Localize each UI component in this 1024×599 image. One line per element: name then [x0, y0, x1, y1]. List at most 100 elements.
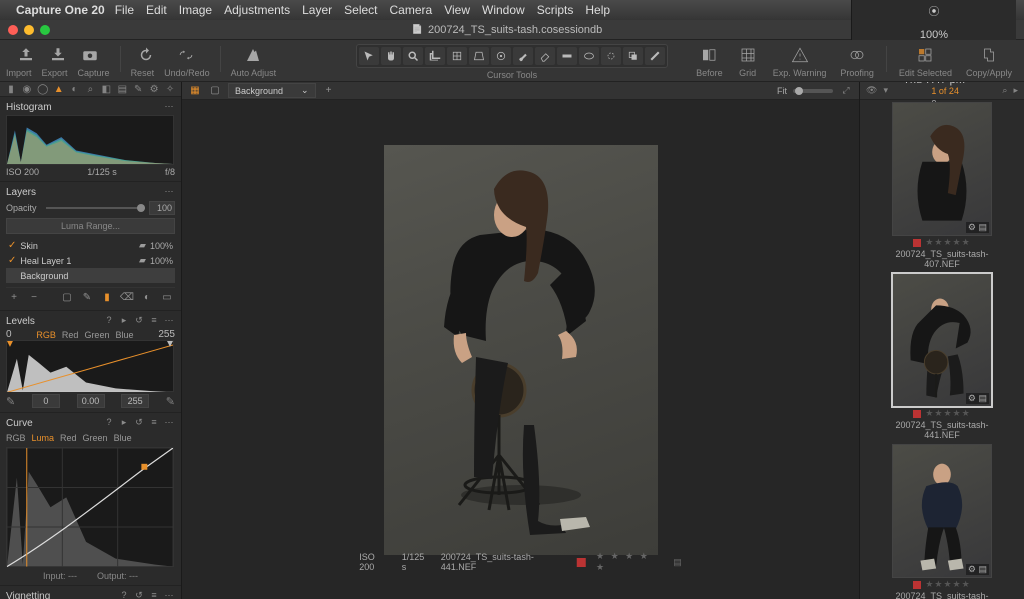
preset-icon[interactable]: ≡	[148, 417, 160, 429]
menu-help[interactable]: Help	[585, 3, 610, 17]
tab-lens-icon[interactable]: ◯	[36, 82, 50, 96]
menu-scripts[interactable]: Scripts	[537, 3, 574, 17]
rating-stars[interactable]: ★ ★ ★ ★ ★	[596, 551, 663, 573]
browser-menu-icon[interactable]: ▸	[1013, 85, 1018, 96]
mask-clear-icon[interactable]: ▭	[159, 290, 175, 304]
panel-menu-icon[interactable]: ⋯	[163, 315, 175, 327]
menu-edit[interactable]: Edit	[146, 3, 167, 17]
curve-graph[interactable]	[6, 447, 174, 567]
app-name[interactable]: Capture One 20	[16, 3, 105, 17]
chan-blue[interactable]: Blue	[115, 330, 133, 340]
gear-icon[interactable]: ⚙ ▤	[966, 222, 989, 233]
spot-tool[interactable]	[491, 47, 511, 65]
expand-viewer-icon[interactable]: ⤢	[839, 85, 853, 97]
luma-range-button[interactable]: Luma Range...	[6, 218, 175, 234]
mask-eraser-icon[interactable]: ⌫	[119, 290, 135, 304]
reset-button[interactable]	[135, 44, 157, 66]
edit-selected-button[interactable]	[914, 44, 936, 66]
layer-background[interactable]: ✓Background	[6, 268, 175, 283]
view-single-icon[interactable]: ▢	[208, 85, 222, 97]
thumbnail-strip[interactable]: ⚙ ▤ ★★★★★ 200724_TS_suits-tash-407.NEF ⚙…	[860, 100, 1024, 599]
menu-select[interactable]: Select	[344, 3, 377, 17]
black-picker-icon[interactable]: ✎	[6, 395, 15, 408]
annotate-tool[interactable]	[645, 47, 665, 65]
curve-red[interactable]: Red	[60, 433, 77, 443]
overlay-tool[interactable]	[623, 47, 643, 65]
search-icon[interactable]: ⌕	[1002, 85, 1007, 96]
levels-graph[interactable]	[6, 340, 174, 392]
levels-in-high[interactable]: 255	[121, 394, 149, 408]
auto-icon[interactable]: ▸	[118, 315, 130, 327]
levels-in-low[interactable]: 0	[32, 394, 60, 408]
preset-icon[interactable]: ≡	[148, 315, 160, 327]
color-tag[interactable]	[577, 558, 586, 567]
thumbnail[interactable]: ⚙ ▤ ★★★★★ 200724_TS_suits-tash-478.NEF	[892, 444, 992, 599]
thumbnail[interactable]: ⚙ ▤ ★★★★★ 200724_TS_suits-tash-407.NEF	[892, 102, 992, 269]
menu-view[interactable]: View	[444, 3, 470, 17]
reset-icon[interactable]: ↺	[133, 417, 145, 429]
filter-icon[interactable]: ▾	[883, 85, 888, 96]
panel-menu-icon[interactable]: ⋯	[163, 417, 175, 429]
curve-blue[interactable]: Blue	[114, 433, 132, 443]
menu-layer[interactable]: Layer	[302, 3, 332, 17]
import-button[interactable]	[15, 44, 37, 66]
close-window[interactable]	[8, 25, 18, 35]
panel-menu-icon[interactable]: ⋯	[163, 590, 175, 599]
variant-icon[interactable]: ▤	[673, 557, 682, 568]
viewer-canvas[interactable]: ISO 200 1/125 s 200724_TS_suits-tash-441…	[182, 100, 859, 599]
radial-tool[interactable]	[579, 47, 599, 65]
help-icon[interactable]: ?	[103, 315, 115, 327]
panel-menu-icon[interactable]: ⋯	[163, 186, 175, 198]
select-tool[interactable]	[359, 47, 379, 65]
rating-stars[interactable]: ★★★★★	[925, 408, 970, 419]
tab-detail-icon[interactable]: ⌕	[84, 82, 98, 96]
help-icon[interactable]: ?	[103, 417, 115, 429]
exp-warning-button[interactable]	[789, 44, 811, 66]
menu-file[interactable]: File	[115, 3, 134, 17]
color-tag[interactable]	[913, 581, 921, 589]
rating-stars[interactable]: ★★★★★	[925, 237, 970, 248]
zoom-tool[interactable]	[403, 47, 423, 65]
layer-select[interactable]: Background⌄	[228, 83, 316, 98]
rotate-tool[interactable]	[447, 47, 467, 65]
zoom-slider[interactable]	[793, 89, 833, 93]
grid-button[interactable]	[737, 44, 759, 66]
mask-invert-icon[interactable]: ◐	[139, 290, 155, 304]
heal-tool[interactable]	[601, 47, 621, 65]
tab-output-icon[interactable]: ▤	[115, 82, 129, 96]
tab-color-icon[interactable]: ▲	[52, 82, 66, 96]
keystone-tool[interactable]	[469, 47, 489, 65]
rating-stars[interactable]: ★★★★★	[925, 579, 970, 590]
gear-icon[interactable]: ⚙ ▤	[966, 393, 989, 404]
levels-in-mid[interactable]: 0.00	[77, 394, 105, 408]
gear-icon[interactable]: ⚙ ▤	[966, 564, 989, 575]
layer-skin[interactable]: ✓Skin▰100%	[6, 238, 175, 253]
layer-heal[interactable]: ✓Heal Layer 1▰100%	[6, 253, 175, 268]
add-variant-icon[interactable]: +	[322, 85, 336, 97]
tab-library-icon[interactable]: ▮	[4, 82, 18, 96]
auto-icon[interactable]: ▸	[118, 417, 130, 429]
add-layer-icon[interactable]: +	[6, 290, 22, 304]
opacity-value[interactable]: 100	[149, 201, 175, 215]
tab-style-icon[interactable]: ◧	[99, 82, 113, 96]
curve-green[interactable]: Green	[83, 433, 108, 443]
export-button[interactable]	[47, 44, 69, 66]
pan-tool[interactable]	[381, 47, 401, 65]
curve-luma[interactable]: Luma	[32, 433, 55, 443]
chan-green[interactable]: Green	[84, 330, 109, 340]
auto-adjust-button[interactable]	[242, 44, 264, 66]
white-picker-icon[interactable]: ✎	[166, 395, 175, 408]
color-tag[interactable]	[913, 239, 921, 247]
mask-brush-icon[interactable]: ✎	[79, 290, 95, 304]
capture-button[interactable]	[79, 44, 101, 66]
chan-red[interactable]: Red	[62, 330, 79, 340]
chan-rgb[interactable]: RGB	[36, 330, 56, 340]
tab-adjust-icon[interactable]: ⚙	[147, 82, 161, 96]
preset-icon[interactable]: ≡	[148, 590, 160, 599]
before-button[interactable]	[698, 44, 720, 66]
tab-meta-icon[interactable]: ✎	[131, 82, 145, 96]
minimize-window[interactable]	[24, 25, 34, 35]
menu-window[interactable]: Window	[482, 3, 525, 17]
menu-adjustments[interactable]: Adjustments	[224, 3, 290, 17]
menu-camera[interactable]: Camera	[390, 3, 433, 17]
